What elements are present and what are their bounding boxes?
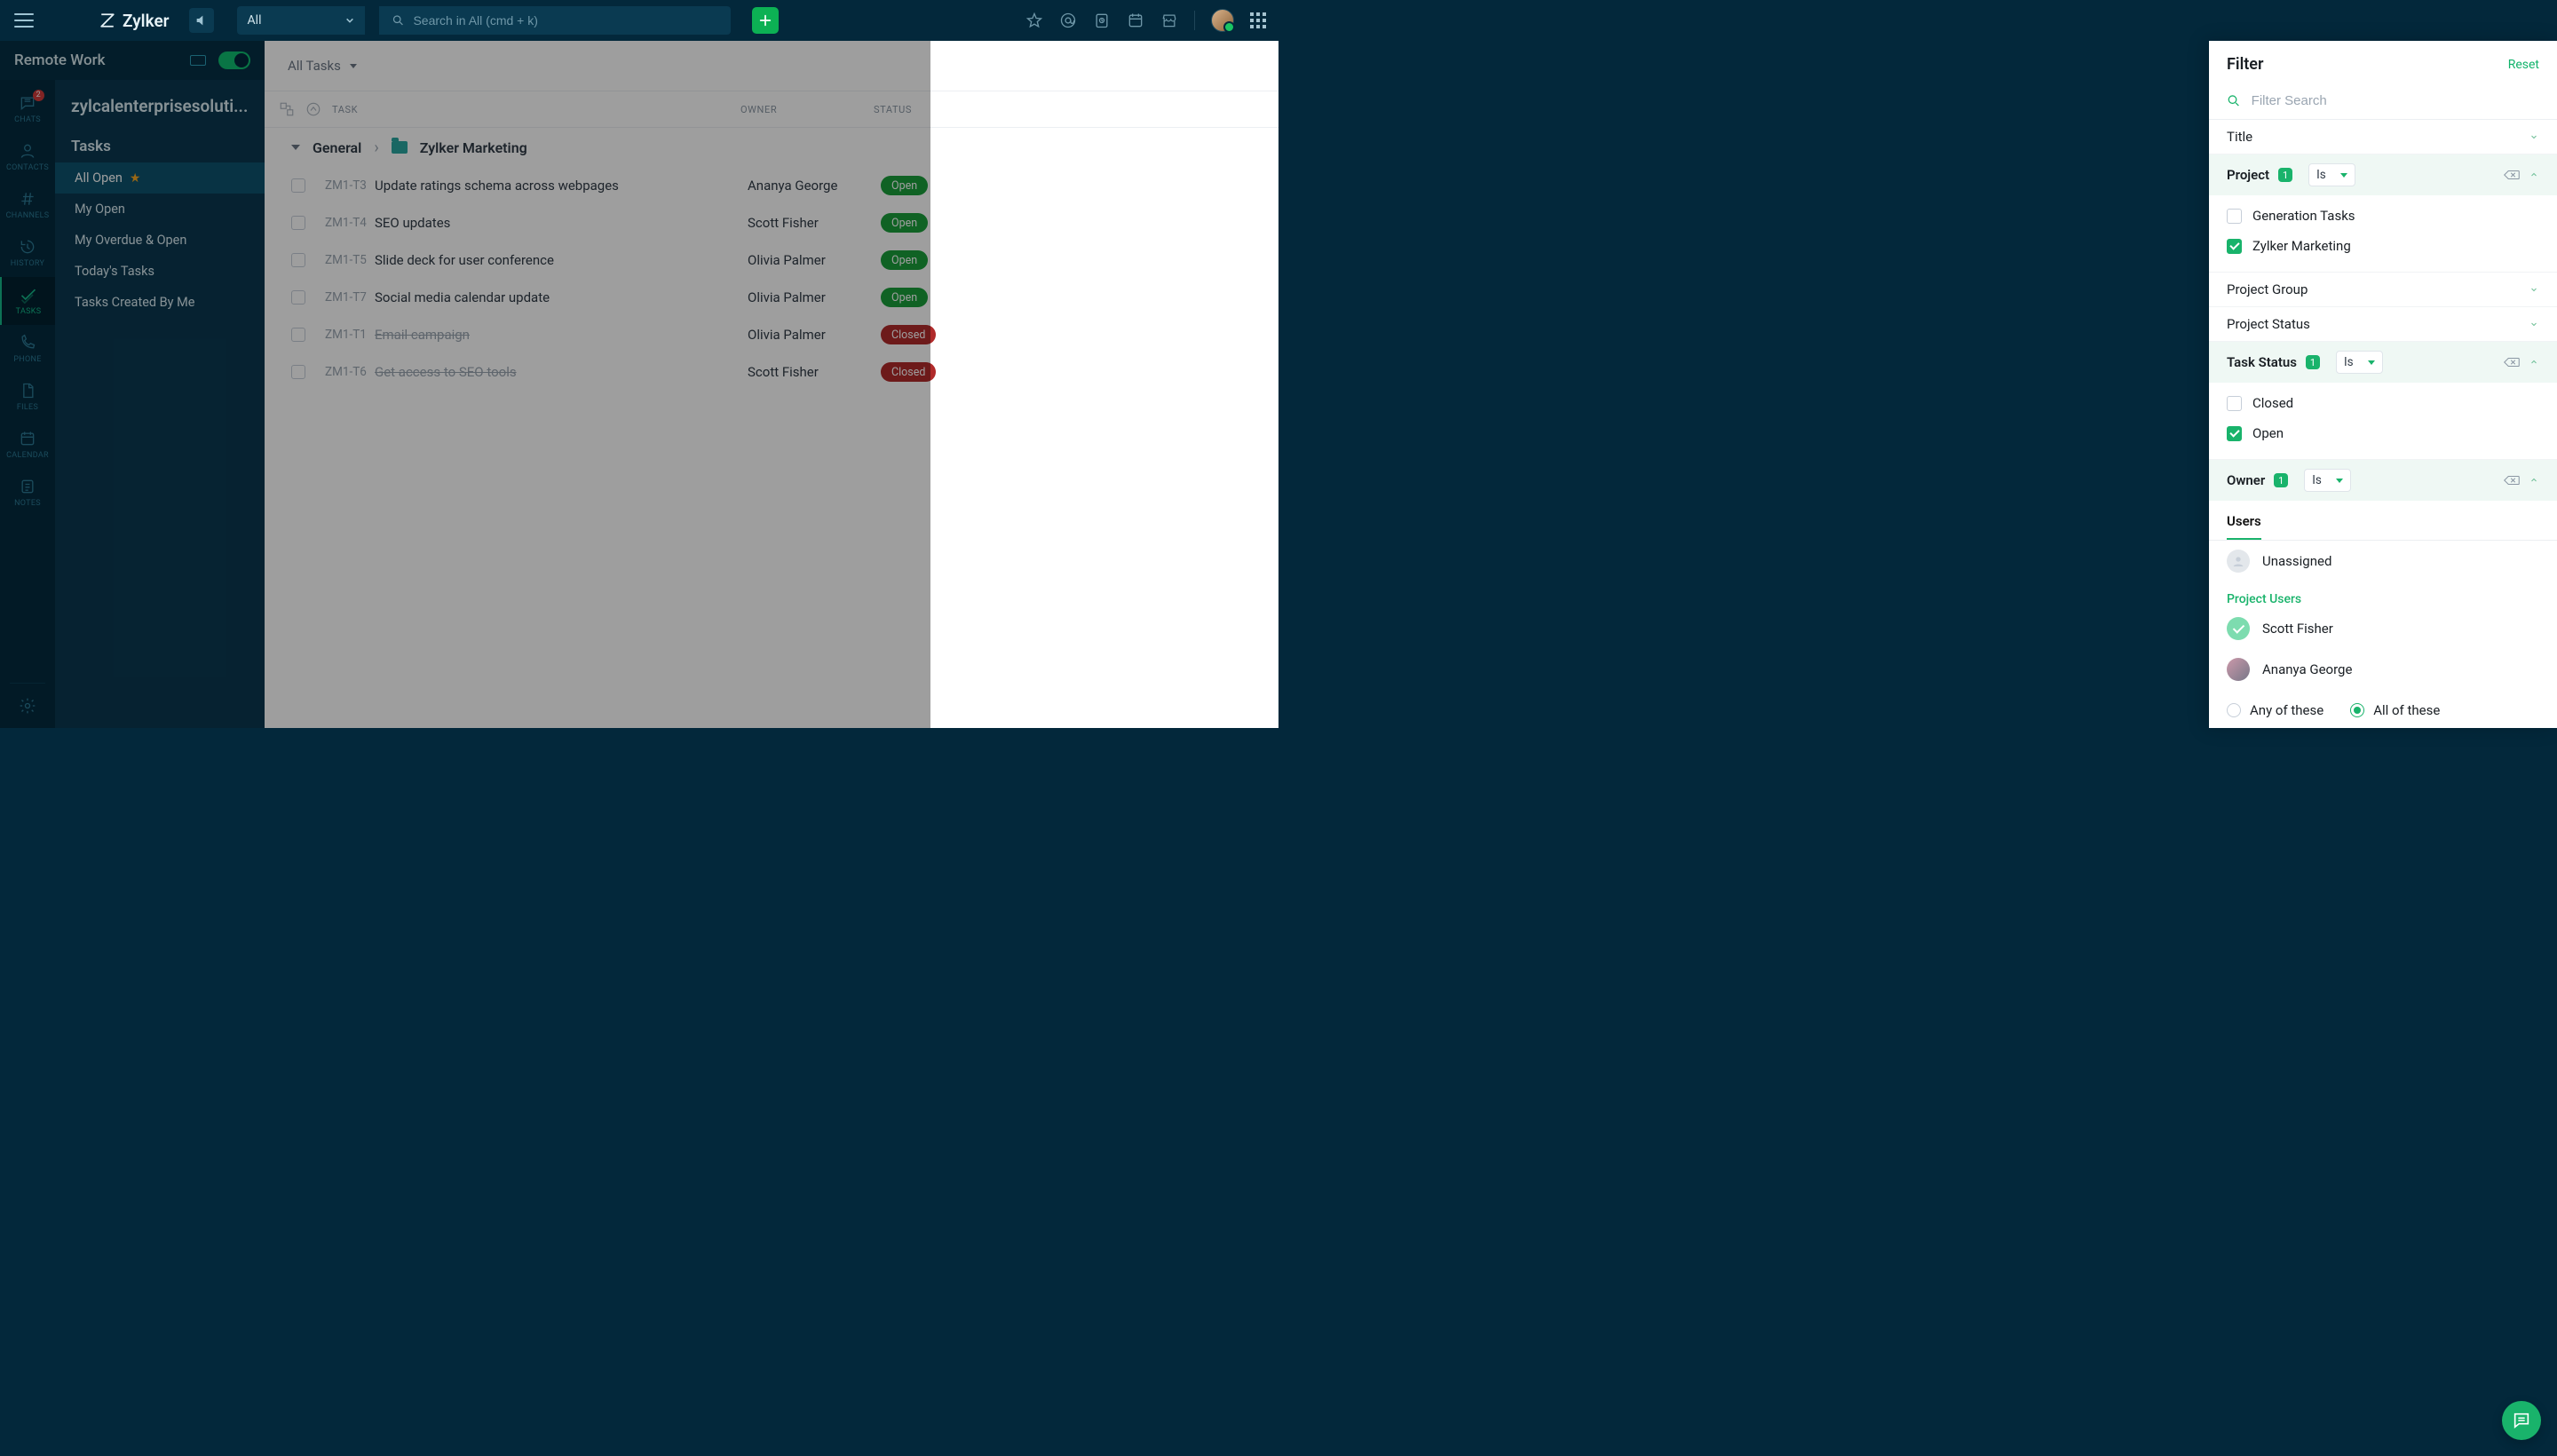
owner-tabs: Users bbox=[2209, 501, 2557, 541]
filter-count-badge: 1 bbox=[2306, 355, 2320, 369]
brand: Zylker bbox=[99, 11, 170, 31]
radio-icon bbox=[2350, 703, 2364, 717]
filter-title: Filter bbox=[2227, 55, 2263, 74]
owner-option-unassigned[interactable]: Unassigned bbox=[2209, 541, 2557, 582]
owner-option-user[interactable]: Scott Fisher bbox=[2209, 608, 2557, 649]
filter-section-header[interactable]: Owner 1 Is bbox=[2209, 460, 2557, 501]
add-button[interactable] bbox=[752, 7, 779, 34]
chevron-up-icon bbox=[2529, 475, 2539, 486]
owner-tab-users[interactable]: Users bbox=[2227, 513, 2261, 540]
filter-section-title[interactable]: Title bbox=[2209, 120, 2557, 154]
owner-match-mode: Any of these All of these bbox=[2209, 690, 2557, 728]
user-avatar[interactable] bbox=[1211, 9, 1234, 32]
filter-section-header[interactable]: Task Status 1 Is bbox=[2209, 342, 2557, 383]
apps-grid-icon[interactable] bbox=[1250, 12, 1266, 28]
chat-fab[interactable] bbox=[2502, 1401, 2541, 1440]
speaker-icon bbox=[194, 13, 209, 28]
filter-label: Owner bbox=[2227, 472, 2265, 488]
checkbox[interactable] bbox=[2227, 396, 2242, 411]
filter-op-select[interactable]: Is bbox=[2336, 351, 2383, 374]
filter-label: Project Status bbox=[2227, 316, 2310, 332]
search-input[interactable] bbox=[413, 13, 717, 28]
filter-op-select[interactable]: Is bbox=[2304, 469, 2351, 492]
filter-option[interactable]: Zylker Marketing bbox=[2227, 231, 2539, 261]
search-scope-select[interactable]: All bbox=[237, 6, 365, 35]
filter-option[interactable]: Closed bbox=[2227, 388, 2539, 418]
separator bbox=[1194, 11, 1195, 30]
chat-bubble-icon bbox=[2512, 1411, 2531, 1430]
global-search[interactable] bbox=[379, 6, 731, 35]
sound-button[interactable] bbox=[189, 8, 214, 33]
chevron-down-icon bbox=[345, 16, 354, 25]
filter-op-select[interactable]: Is bbox=[2308, 163, 2355, 186]
radio-icon bbox=[2227, 703, 2241, 717]
avatar-selected-icon bbox=[2227, 617, 2250, 640]
filter-section-header[interactable]: Project 1 Is bbox=[2209, 154, 2557, 195]
chevron-down-icon bbox=[2340, 173, 2347, 178]
filter-label: Title bbox=[2227, 129, 2252, 145]
chevron-down-icon bbox=[2368, 360, 2375, 365]
filter-label: Project Group bbox=[2227, 281, 2308, 297]
filter-section-task-status: Task Status 1 Is Closed Open bbox=[2209, 342, 2557, 460]
chevron-down-icon bbox=[2529, 284, 2539, 295]
brand-logo-icon bbox=[99, 12, 115, 28]
checkbox[interactable] bbox=[2227, 426, 2242, 441]
clear-filter-icon[interactable] bbox=[2504, 169, 2520, 181]
filter-option[interactable]: Generation Tasks bbox=[2227, 201, 2539, 231]
star-icon[interactable] bbox=[1025, 12, 1043, 29]
filter-reset[interactable]: Reset bbox=[2508, 58, 2539, 72]
store-icon[interactable] bbox=[1160, 12, 1178, 29]
owner-option-user[interactable]: Ananya George bbox=[2209, 649, 2557, 690]
clear-filter-icon[interactable] bbox=[2504, 474, 2520, 487]
user-avatar-icon bbox=[2227, 658, 2250, 681]
filter-section-project-group[interactable]: Project Group bbox=[2209, 273, 2557, 307]
mention-icon[interactable] bbox=[1059, 12, 1077, 29]
filter-label: Task Status bbox=[2227, 354, 2297, 370]
owner-group-label: Project Users bbox=[2209, 582, 2557, 608]
filter-count-badge: 1 bbox=[2278, 168, 2292, 182]
brand-name: Zylker bbox=[123, 11, 170, 31]
chevron-up-icon bbox=[2529, 170, 2539, 180]
filter-section-project: Project 1 Is Generation Tasks Zylker Mar… bbox=[2209, 154, 2557, 273]
filter-search-input[interactable] bbox=[2252, 93, 2539, 108]
checkbox[interactable] bbox=[2227, 239, 2242, 254]
chevron-up-icon bbox=[2529, 357, 2539, 368]
filter-label: Project bbox=[2227, 167, 2269, 183]
radio-any[interactable]: Any of these bbox=[2227, 702, 2323, 718]
filter-count-badge: 1 bbox=[2274, 473, 2288, 487]
clear-filter-icon[interactable] bbox=[2504, 356, 2520, 368]
plus-icon bbox=[758, 13, 772, 28]
filter-section-project-status[interactable]: Project Status bbox=[2209, 307, 2557, 342]
filter-section-owner: Owner 1 Is bbox=[2209, 460, 2557, 501]
chevron-down-icon bbox=[2529, 131, 2539, 142]
avatar-placeholder-icon bbox=[2227, 550, 2250, 573]
menu-button[interactable] bbox=[14, 11, 34, 30]
filter-panel: Filter Reset Title Project 1 Is Generati… bbox=[2209, 41, 2557, 728]
filter-option[interactable]: Open bbox=[2227, 418, 2539, 448]
chevron-down-icon bbox=[2529, 319, 2539, 329]
search-icon bbox=[2227, 93, 2241, 108]
modal-overlay[interactable] bbox=[0, 41, 930, 728]
checkbox[interactable] bbox=[2227, 209, 2242, 224]
search-icon bbox=[392, 13, 405, 28]
search-scope-label: All bbox=[248, 13, 262, 28]
chevron-down-icon bbox=[2336, 479, 2343, 483]
radio-all[interactable]: All of these bbox=[2350, 702, 2440, 718]
reminder-icon[interactable] bbox=[1093, 12, 1111, 29]
calendar-small-icon[interactable] bbox=[1127, 12, 1144, 29]
